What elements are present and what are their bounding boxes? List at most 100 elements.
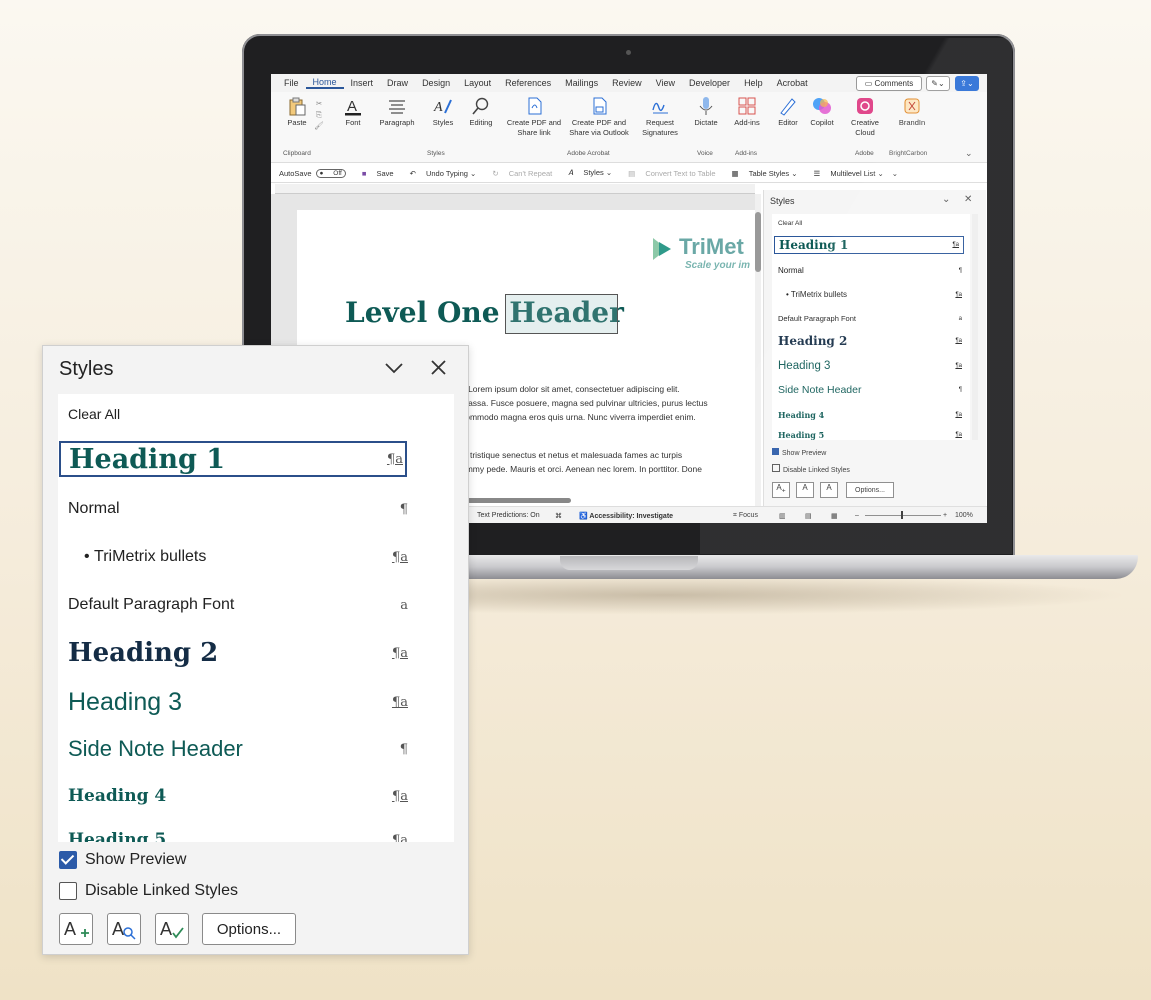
menu-help[interactable]: Help (737, 78, 770, 88)
chevron-down-icon[interactable] (385, 362, 403, 374)
menu-insert[interactable]: Insert (344, 78, 381, 88)
style-heading-1[interactable]: Heading 1 ¶a (59, 441, 407, 477)
screen-style-heading-3[interactable]: Heading 3 ¶a (778, 360, 962, 372)
print-layout-icon[interactable]: ▤ (805, 512, 812, 520)
share-button[interactable]: ⇪⌄ (955, 76, 979, 91)
ribbon-collapse-icon[interactable]: ⌄ (965, 148, 973, 159)
copilot-button[interactable]: Copilot (805, 96, 839, 128)
clear-all[interactable]: Clear All (68, 406, 120, 422)
undo-button[interactable]: ↶ Undo Typing ⌄ (402, 169, 477, 178)
close-icon[interactable] (431, 360, 446, 375)
screen-show-preview-checkbox[interactable] (772, 448, 779, 455)
style-heading-3[interactable]: Heading 3 ¶a (68, 688, 408, 717)
add-ins-button[interactable]: Add-ins (729, 96, 765, 128)
styles-button[interactable]: A Styles (427, 96, 459, 128)
creative-cloud-button[interactable]: Creative Cloud (845, 96, 885, 138)
show-preview-checkbox[interactable] (59, 851, 77, 869)
style-side-note-header[interactable]: Side Note Header ¶ (68, 736, 408, 762)
menu-acrobat[interactable]: Acrobat (770, 78, 815, 88)
editor-button[interactable]: Editor (773, 96, 803, 128)
style-heading-2[interactable]: Heading 2 ¶a (68, 638, 408, 668)
screen-style-bullets[interactable]: • TriMetrix bullets ¶a (786, 290, 962, 299)
group-clipboard: Clipboard (283, 150, 311, 157)
paragraph-button[interactable]: Paragraph (375, 96, 419, 128)
autosave-toggle[interactable]: ● Off (315, 168, 346, 178)
horizontal-scrollbar-thumb[interactable] (467, 498, 571, 503)
convert-text-table-button[interactable]: ▤ Convert Text to Table (620, 169, 715, 178)
web-layout-icon[interactable]: ▦ (831, 512, 838, 520)
manage-styles-button[interactable]: A (155, 913, 189, 945)
menu-view[interactable]: View (649, 78, 682, 88)
menu-mailings[interactable]: Mailings (558, 78, 605, 88)
request-signatures-button[interactable]: Request Signatures (637, 96, 683, 138)
menu-file[interactable]: File (277, 78, 306, 88)
screen-close-icon[interactable]: ✕ (964, 194, 972, 205)
screen-new-style-button[interactable]: A+ (772, 482, 790, 498)
read-mode-icon[interactable]: ▥ (779, 512, 786, 520)
menu-layout[interactable]: Layout (457, 78, 498, 88)
repeat-button[interactable]: ↻ Can't Repeat (484, 169, 552, 178)
zoom-slider-thumb[interactable] (901, 511, 903, 519)
screen-style-heading-4[interactable]: Heading 4 ¶a (778, 410, 962, 420)
focus-button[interactable]: ⌗ Focus (733, 512, 758, 520)
svg-text:A: A (160, 919, 172, 939)
create-pdf-share-link-button[interactable]: Create PDF and Share link (505, 96, 563, 138)
screen-manage-styles-button[interactable]: A (820, 482, 838, 498)
style-normal[interactable]: Normal ¶ (68, 500, 408, 518)
zoom-slider[interactable] (865, 515, 941, 516)
disable-linked-styles-checkbox[interactable] (59, 882, 77, 900)
style-heading-5[interactable]: Heading 5 ¶a (68, 830, 408, 842)
document-scrollbar-thumb[interactable] (755, 212, 761, 272)
menu-references[interactable]: References (498, 78, 558, 88)
create-pdf-outlook-button[interactable]: Create PDF and Share via Outlook (565, 96, 633, 138)
text-predictions[interactable]: Text Predictions: On (477, 512, 540, 519)
zoom-in-icon[interactable]: + (943, 512, 947, 519)
menu-developer[interactable]: Developer (682, 78, 737, 88)
document-scrollbar[interactable] (755, 194, 761, 506)
style-default-paragraph-font[interactable]: Default Paragraph Font a (68, 596, 408, 614)
comments-button[interactable]: ▭ Comments (856, 76, 922, 91)
screen-chevron-down-icon[interactable]: ⌄ (942, 194, 950, 205)
font-button[interactable]: A Font (337, 96, 369, 128)
dictate-button[interactable]: Dictate (689, 96, 723, 128)
screen-styles-scrollbar[interactable] (972, 214, 978, 440)
disable-linked-styles-option[interactable]: Disable Linked Styles (59, 882, 238, 900)
save-button[interactable]: ■ Save (354, 169, 394, 178)
options-button[interactable]: Options... (202, 913, 296, 945)
screen-style-side-note[interactable]: Side Note Header ¶ (778, 384, 962, 396)
style-heading-4[interactable]: Heading 4 ¶a (68, 786, 408, 806)
qat-styles-button[interactable]: 𝐴 Styles ⌄ (560, 168, 612, 178)
multilevel-list-button[interactable]: ☰ Multilevel List ⌄ (806, 169, 884, 178)
screen-show-preview[interactable]: Show Preview (772, 448, 826, 457)
paste-button[interactable]: Paste (281, 96, 313, 128)
menu-review[interactable]: Review (605, 78, 649, 88)
accessibility-status[interactable]: ♿ Accessibility: Investigate (579, 512, 673, 520)
screen-style-heading-2[interactable]: Heading 2 ¶a (778, 334, 962, 348)
screen-clear-all[interactable]: Clear All (778, 220, 802, 227)
menu-home[interactable]: Home (305, 77, 344, 89)
screen-style-inspector-button[interactable]: A (796, 482, 814, 498)
menu-draw[interactable]: Draw (380, 78, 415, 88)
editing-button[interactable]: Editing (463, 96, 499, 128)
clipboard-small-icons[interactable]: ✂ ⎘ 🖌 (313, 98, 325, 131)
qat-customize-icon[interactable]: ⌄ (892, 169, 898, 178)
styles-list: Clear All Heading 1 ¶a Normal ¶ • TriMet… (58, 394, 454, 842)
screen-style-default-font[interactable]: Default Paragraph Font a (778, 314, 962, 323)
style-inspector-button[interactable]: A (107, 913, 141, 945)
screen-style-heading-1[interactable]: Heading 1 ¶a (774, 236, 964, 254)
zoom-out-icon[interactable]: – (855, 512, 859, 519)
screen-disable-linked-checkbox[interactable] (772, 464, 780, 472)
style-trimetrix-bullets[interactable]: • TriMetrix bullets ¶a (68, 548, 408, 566)
screen-options-button[interactable]: Options... (846, 482, 894, 498)
screen-style-heading-5[interactable]: Heading 5 ¶a (778, 430, 962, 440)
body-line-2: massa. Fusce posuere, magna sed pulvinar… (461, 398, 708, 408)
screen-style-normal[interactable]: Normal ¶ (778, 266, 962, 275)
screen-disable-linked[interactable]: Disable Linked Styles (772, 464, 850, 474)
table-styles-button[interactable]: ▦ Table Styles ⌄ (724, 169, 798, 178)
zoom-level[interactable]: 100% (955, 512, 973, 519)
menu-design[interactable]: Design (415, 78, 457, 88)
show-preview-option[interactable]: Show Preview (59, 851, 186, 869)
brandin-button[interactable]: BrandIn (891, 96, 933, 128)
new-style-button[interactable]: A (59, 913, 93, 945)
editing-mode-button[interactable]: ✎⌄ (926, 76, 950, 91)
